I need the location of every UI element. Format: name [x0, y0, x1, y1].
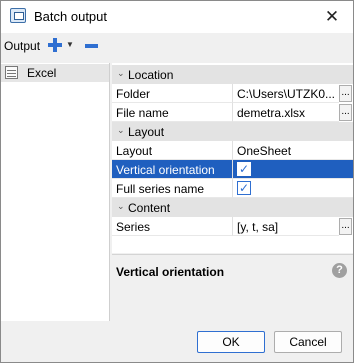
category-layout[interactable]: ⌄ Layout — [112, 122, 353, 141]
remove-output-icon[interactable] — [85, 44, 98, 48]
collapse-icon[interactable]: ⌄ — [117, 201, 125, 212]
property-series[interactable]: Series [y, t, sa] ... — [112, 217, 353, 236]
property-sheet: ⌄ Location Folder C:\Users\UTZK0... ... … — [112, 63, 353, 253]
property-full-series-name[interactable]: Full series name ✓ — [112, 179, 353, 198]
property-name: File name — [112, 103, 233, 122]
property-name: Layout — [112, 141, 233, 160]
description-title: Vertical orientation — [116, 265, 225, 279]
property-file-name[interactable]: File name demetra.xlsx ... — [112, 103, 353, 122]
property-name: Full series name — [112, 179, 233, 198]
close-button[interactable]: ✕ — [317, 5, 347, 29]
category-label: Layout — [128, 125, 165, 139]
property-folder[interactable]: Folder C:\Users\UTZK0... ... — [112, 84, 353, 103]
output-toolbar: Output ▼ — [1, 33, 353, 59]
series-edit-button[interactable]: ... — [339, 218, 352, 235]
property-name: Vertical orientation — [112, 160, 233, 179]
collapse-icon[interactable]: ⌄ — [117, 125, 125, 136]
folder-value[interactable]: C:\Users\UTZK0... — [233, 84, 339, 103]
help-icon[interactable]: ? — [332, 263, 347, 278]
vertical-orientation-checkbox[interactable]: ✓ — [237, 162, 251, 176]
output-label: Output — [4, 39, 41, 53]
ok-button[interactable]: OK — [197, 331, 265, 353]
collapse-icon[interactable]: ⌄ — [117, 68, 125, 79]
close-icon: ✕ — [324, 7, 340, 26]
window-title: Batch output — [34, 9, 107, 24]
category-label: Content — [128, 201, 171, 215]
full-series-name-value[interactable]: ✓ — [233, 179, 353, 198]
add-dropdown-arrow-icon[interactable]: ▼ — [66, 40, 74, 49]
property-description: Vertical orientation ? — [112, 254, 353, 321]
vertical-orientation-value[interactable]: ✓ — [233, 160, 353, 179]
output-item-excel[interactable]: Excel — [1, 64, 109, 82]
output-item-label: Excel — [27, 66, 57, 80]
category-location[interactable]: ⌄ Location — [112, 65, 353, 84]
file-name-browse-button[interactable]: ... — [339, 104, 352, 121]
folder-browse-button[interactable]: ... — [339, 85, 352, 102]
property-name: Folder — [112, 84, 233, 103]
property-vertical-orientation[interactable]: Vertical orientation ✓ — [112, 160, 353, 179]
category-content[interactable]: ⌄ Content — [112, 198, 353, 217]
category-label: Location — [128, 68, 174, 82]
excel-icon — [5, 66, 18, 79]
property-layout[interactable]: Layout OneSheet — [112, 141, 353, 160]
title-bar: Batch output ✕ — [1, 1, 353, 33]
cancel-button[interactable]: Cancel — [274, 331, 342, 353]
file-name-value[interactable]: demetra.xlsx — [233, 103, 339, 122]
app-window-icon — [10, 8, 26, 23]
output-list: Excel — [1, 63, 110, 321]
series-value[interactable]: [y, t, sa] — [233, 217, 339, 236]
full-series-name-checkbox[interactable]: ✓ — [237, 181, 251, 195]
layout-value[interactable]: OneSheet — [233, 141, 353, 160]
property-name: Series — [112, 217, 233, 236]
add-output-icon[interactable] — [48, 38, 62, 52]
batch-output-dialog: Batch output ✕ Output ▼ Excel ⌄ Location… — [0, 0, 354, 363]
